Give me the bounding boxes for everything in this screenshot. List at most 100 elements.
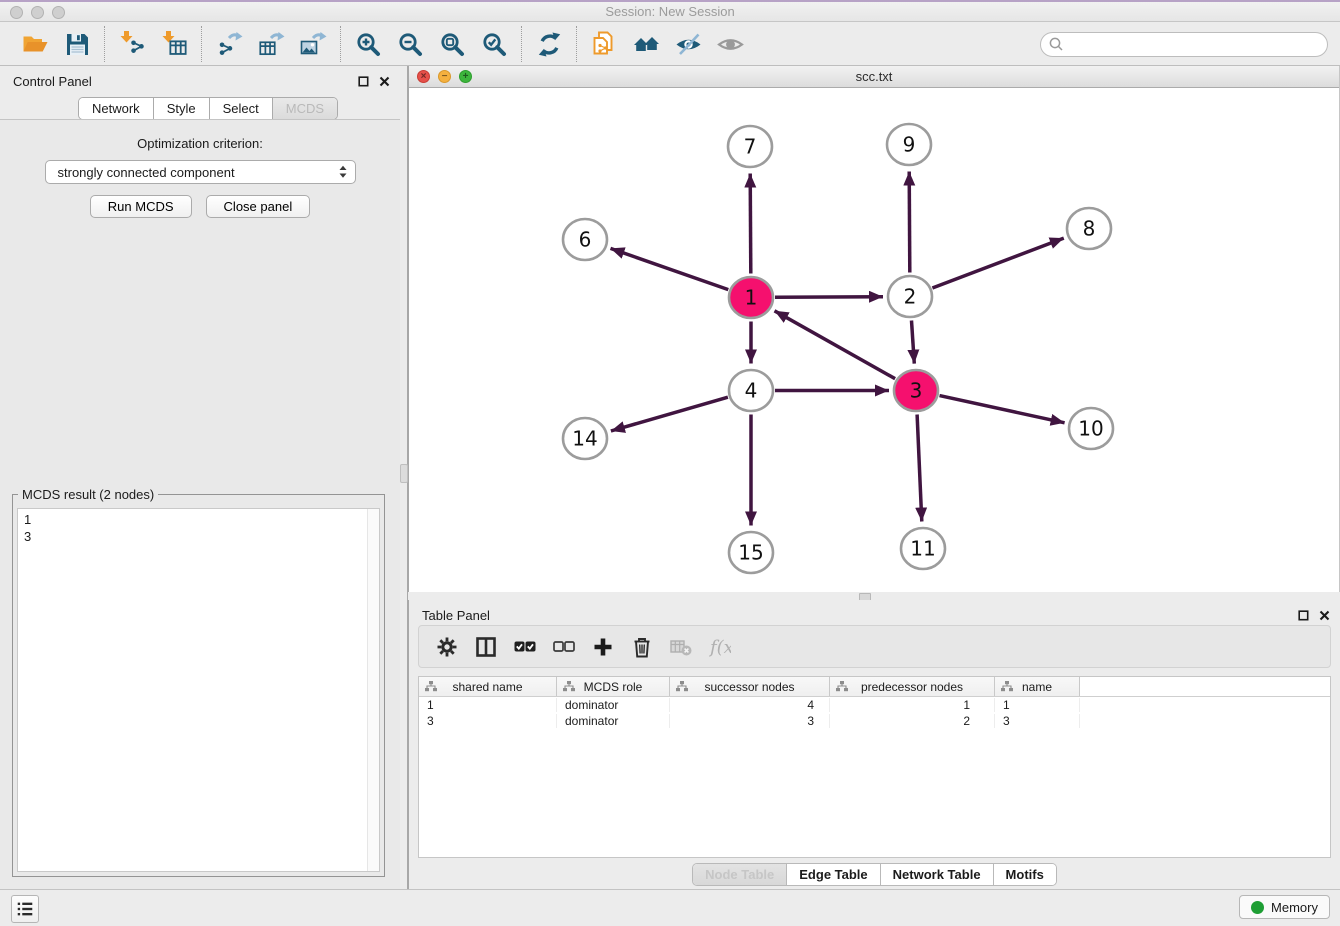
column-header-mcds-role[interactable]: MCDS role (557, 677, 670, 696)
graph-edge-1-2[interactable] (775, 297, 883, 298)
memory-status-dot (1251, 901, 1264, 914)
graph-edge-1-7[interactable] (750, 174, 751, 274)
network-canvas[interactable]: 7 9 6 8 1 2 4 3 14 10 15 11 (409, 88, 1339, 592)
table-row[interactable]: 1dominator411 (419, 697, 1330, 713)
zoom-fit-icon[interactable] (437, 29, 467, 59)
tab-style[interactable]: Style (154, 98, 210, 119)
network-close-icon[interactable]: × (417, 70, 430, 83)
minimize-window-icon[interactable] (31, 6, 44, 19)
function-builder-icon: f(x) (708, 635, 732, 659)
network-zoom-icon[interactable]: + (459, 70, 472, 83)
save-session-icon[interactable] (62, 29, 92, 59)
float-icon[interactable] (1297, 609, 1309, 621)
export-image-icon[interactable] (298, 29, 328, 59)
list-icon[interactable] (11, 895, 39, 923)
cell-predecessor-nodes[interactable]: 1 (830, 698, 995, 712)
graph-edge-2-3[interactable] (912, 321, 915, 364)
graph-edge-4-14[interactable] (611, 397, 728, 431)
node-table: shared nameMCDS rolesuccessor nodesprede… (418, 676, 1331, 858)
export-table-icon[interactable] (256, 29, 286, 59)
graph-node-4[interactable]: 4 (729, 370, 773, 411)
tab-node-table[interactable]: Node Table (693, 864, 787, 885)
graph-node-7[interactable]: 7 (728, 126, 772, 167)
cell-successor-nodes[interactable]: 3 (670, 714, 830, 728)
hide-selected-icon[interactable] (673, 29, 703, 59)
cell-mcds-role[interactable]: dominator (557, 698, 670, 712)
graph-node-14[interactable]: 14 (563, 418, 607, 459)
import-table-icon[interactable] (159, 29, 189, 59)
tab-mcds[interactable]: MCDS (273, 98, 337, 119)
zoom-selected-icon[interactable] (479, 29, 509, 59)
main-toolbar (0, 23, 1340, 66)
vertical-splitter-handle[interactable] (400, 464, 408, 483)
memory-button[interactable]: Memory (1239, 895, 1330, 919)
cell-name[interactable]: 1 (995, 698, 1080, 712)
graph-node-8[interactable]: 8 (1067, 208, 1111, 249)
cell-name[interactable]: 3 (995, 714, 1080, 728)
graph-node-2[interactable]: 2 (888, 276, 932, 317)
cell-shared-name[interactable]: 3 (419, 714, 557, 728)
search-box[interactable] (1040, 32, 1328, 57)
graph-edge-1-6[interactable] (611, 248, 729, 289)
open-session-icon[interactable] (20, 29, 50, 59)
tab-select[interactable]: Select (210, 98, 273, 119)
close-window-icon[interactable] (10, 6, 23, 19)
split-view-icon[interactable] (474, 635, 498, 659)
graph-edge-3-10[interactable] (940, 396, 1065, 423)
graph-node-11[interactable]: 11 (901, 528, 945, 569)
zoom-out-icon[interactable] (395, 29, 425, 59)
graph-edge-2-9[interactable] (909, 172, 910, 273)
graph-node-15[interactable]: 15 (729, 532, 773, 573)
svg-text:6: 6 (579, 228, 592, 252)
export-network-icon[interactable] (214, 29, 244, 59)
zoom-window-icon[interactable] (52, 6, 65, 19)
graph-node-10[interactable]: 10 (1069, 408, 1113, 449)
tab-edge-table[interactable]: Edge Table (787, 864, 880, 885)
graph-edge-3-1[interactable] (775, 311, 896, 379)
unselect-all-columns-icon[interactable] (552, 635, 576, 659)
criterion-select[interactable]: strongly connected component (45, 160, 356, 184)
cell-successor-nodes[interactable]: 4 (670, 698, 830, 712)
graph-node-9[interactable]: 9 (887, 124, 931, 165)
search-input[interactable] (1064, 36, 1320, 53)
column-header-shared-name[interactable]: shared name (419, 677, 557, 696)
new-network-from-selection-icon[interactable] (589, 29, 619, 59)
close-icon[interactable] (1318, 609, 1330, 621)
cell-predecessor-nodes[interactable]: 2 (830, 714, 995, 728)
tab-network[interactable]: Network (79, 98, 154, 119)
window-controls (10, 6, 65, 19)
graph-node-1[interactable]: 1 (729, 277, 773, 318)
tab-motifs[interactable]: Motifs (994, 864, 1056, 885)
table-row[interactable]: 3dominator323 (419, 713, 1330, 729)
delete-icon[interactable] (630, 635, 654, 659)
svg-text:8: 8 (1083, 217, 1096, 241)
column-header-predecessor-nodes[interactable]: predecessor nodes (830, 677, 995, 696)
close-panel-button[interactable]: Close panel (206, 195, 311, 218)
import-network-icon[interactable] (117, 29, 147, 59)
network-minimize-icon[interactable]: − (438, 70, 451, 83)
svg-text:f(x): f(x) (709, 637, 731, 658)
graph-edge-2-8[interactable] (932, 238, 1063, 288)
graph-node-3[interactable]: 3 (894, 370, 938, 411)
select-all-columns-icon[interactable] (513, 635, 537, 659)
add-icon[interactable] (591, 635, 615, 659)
float-icon[interactable] (357, 75, 369, 87)
graph-edge-3-11[interactable] (917, 415, 922, 522)
graph-node-6[interactable]: 6 (563, 219, 607, 260)
cell-shared-name[interactable]: 1 (419, 698, 557, 712)
show-all-icon[interactable] (715, 29, 745, 59)
vertical-splitter[interactable] (400, 66, 408, 890)
refresh-icon[interactable] (534, 29, 564, 59)
cell-mcds-role[interactable]: dominator (557, 714, 670, 728)
tab-network-table[interactable]: Network Table (881, 864, 994, 885)
horizontal-splitter[interactable] (408, 592, 1340, 600)
gear-icon[interactable] (435, 635, 459, 659)
run-mcds-button[interactable]: Run MCDS (90, 195, 192, 218)
zoom-in-icon[interactable] (353, 29, 383, 59)
mcds-result-textarea[interactable]: 1 3 (17, 508, 380, 872)
close-icon[interactable] (378, 75, 390, 87)
first-neighbors-icon[interactable] (631, 29, 661, 59)
column-header-successor-nodes[interactable]: successor nodes (670, 677, 830, 696)
result-scrollbar[interactable] (367, 509, 379, 871)
column-header-name[interactable]: name (995, 677, 1080, 696)
